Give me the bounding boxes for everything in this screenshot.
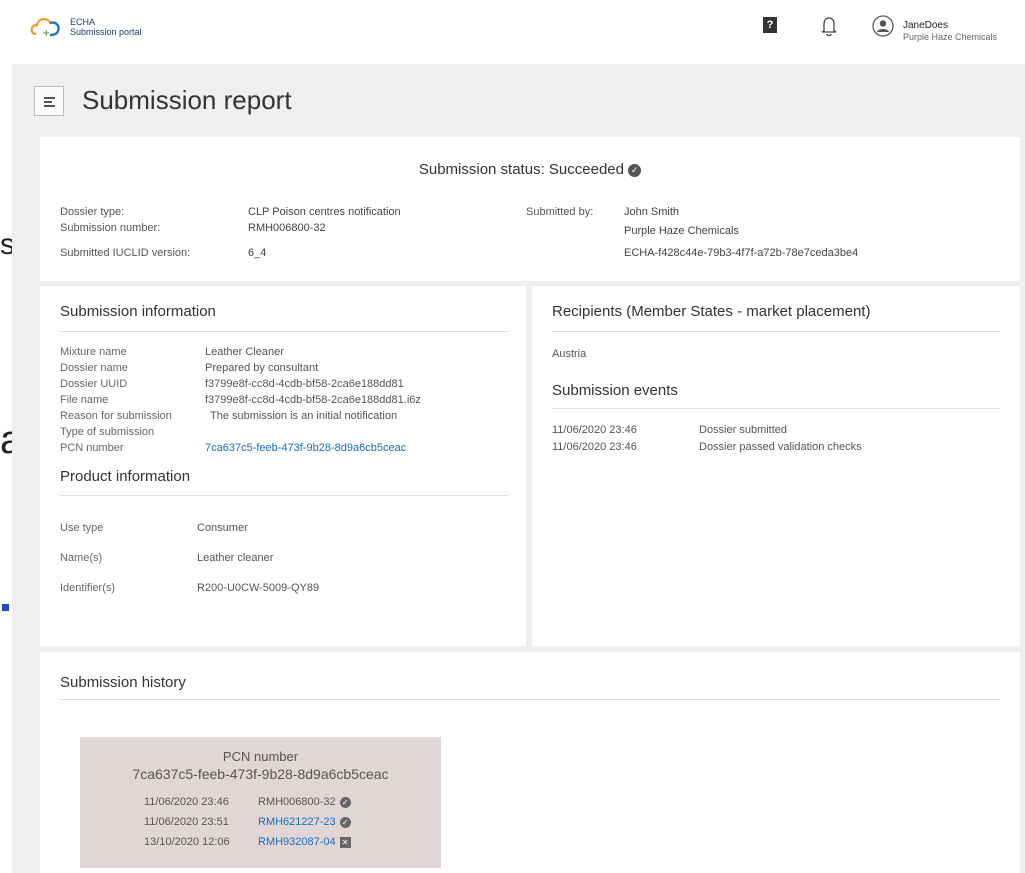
- divider: [552, 331, 1000, 332]
- history-box-pcn: 7ca637c5-feeb-473f-9b28-8d9a6cb5ceac: [132, 766, 389, 782]
- history-row: 13/10/2020 12:06 RMH932087-04 ✕: [144, 836, 351, 848]
- row-label: PCN number: [60, 442, 124, 454]
- row-value: R200-U0CW-5009-QY89: [197, 582, 320, 594]
- user-organisation: Purple Haze Chemicals: [903, 32, 998, 42]
- submission-information-title: Submission information: [60, 303, 216, 320]
- submission-number-value: RMH006800-32: [248, 222, 326, 234]
- submitted-by-org: Purple Haze Chemicals: [624, 225, 739, 237]
- row-value: f3799e8f-cc8d-4cdb-bf58-2ca6e188dd81: [205, 378, 404, 390]
- logo-line2: Submission portal: [70, 27, 142, 37]
- recipients-title: Recipients (Member States - market place…: [552, 303, 871, 320]
- history-number: RMH006800-32: [258, 796, 336, 808]
- menu-line-icon: [44, 101, 52, 103]
- row-label: Use type: [60, 522, 104, 534]
- divider: [552, 408, 1000, 409]
- history-date: 13/10/2020 12:06: [144, 836, 230, 848]
- history-date: 11/06/2020 23:46: [144, 796, 229, 808]
- page-title: Submission report: [82, 85, 292, 115]
- history-pcn-box: PCN number 7ca637c5-feeb-473f-9b28-8d9a6…: [80, 737, 441, 868]
- user-name[interactable]: JaneDoes: [903, 20, 948, 31]
- iuclid-version-value: 6_4: [248, 247, 267, 259]
- status-label: Submission status:: [418, 161, 545, 178]
- check-circle-icon: ✓: [339, 796, 351, 808]
- divider: [60, 699, 1000, 700]
- row-label: Mixture name: [60, 346, 127, 358]
- cross-square-icon: ✕: [339, 836, 351, 848]
- submission-events-title: Submission events: [552, 382, 678, 399]
- submission-information-card: Submission information Mixture name Leat…: [40, 286, 526, 646]
- check-circle-icon: ✓: [628, 163, 642, 177]
- event-text: Dossier submitted: [699, 424, 788, 436]
- history-number-link[interactable]: RMH932087-04: [258, 836, 336, 848]
- row-label: Identifier(s): [60, 582, 116, 594]
- user-avatar-icon[interactable]: [872, 15, 894, 37]
- row-value: Consumer: [197, 522, 248, 534]
- event-date: 11/06/2020 23:46: [552, 424, 637, 436]
- divider: [60, 331, 508, 332]
- row-value: The submission is an initial notificatio…: [210, 410, 398, 422]
- menu-line-icon: [44, 97, 55, 99]
- event-text: Dossier passed validation checks: [699, 441, 862, 453]
- iuclid-version-label: Submitted IUCLID version:: [60, 247, 191, 259]
- check-circle-icon: ✓: [339, 816, 351, 828]
- menu-line-icon: [44, 105, 55, 107]
- submission-history-title: Submission history: [60, 674, 186, 691]
- dossier-type-value: CLP Poison centres notification: [248, 206, 401, 218]
- row-label: Dossier name: [60, 362, 128, 374]
- event-date: 11/06/2020 23:46: [552, 441, 637, 453]
- slide-fragment-bullet: [2, 604, 9, 611]
- row-value: Leather cleaner: [197, 552, 274, 564]
- row-value: f3799e8f-cc8d-4cdb-bf58-2ca6e188dd81.i6z: [205, 394, 421, 406]
- row-label: Type of submission: [60, 426, 155, 438]
- submitted-by-label: Submitted by:: [526, 206, 594, 218]
- recipient-item: Austria: [552, 348, 587, 360]
- submitted-by-name: John Smith: [624, 206, 680, 218]
- echa-logo[interactable]: + ECHA Submission portal: [28, 12, 168, 48]
- dossier-type-label: Dossier type:: [60, 206, 125, 218]
- row-label: Dossier UUID: [60, 378, 128, 390]
- submitted-by-id: ECHA-f428c44e-79b3-4f7f-a72b-78e7ceda3be…: [624, 247, 859, 259]
- row-value: Leather Cleaner: [205, 346, 284, 358]
- row-label: File name: [60, 394, 109, 406]
- submission-status-card: Submission status: Succeeded ✓ Dossier t…: [40, 137, 1020, 281]
- row-label: Reason for submission: [60, 410, 172, 422]
- help-icon[interactable]: ?: [763, 17, 777, 33]
- product-information-title: Product information: [60, 468, 191, 485]
- history-row: 11/06/2020 23:46 RMH006800-32 ✓: [144, 796, 351, 808]
- cloud-logo-icon: +: [30, 18, 60, 39]
- recipients-card: Recipients (Member States - market place…: [532, 286, 1020, 646]
- menu-toggle-button[interactable]: [34, 86, 64, 116]
- svg-text:+: +: [42, 28, 50, 39]
- row-value: Prepared by consultant: [205, 362, 319, 374]
- divider: [60, 495, 508, 496]
- history-box-title: PCN number: [222, 749, 299, 764]
- history-date: 11/06/2020 23:51: [144, 816, 229, 828]
- history-row: 11/06/2020 23:51 RMH621227-23 ✓: [144, 816, 351, 828]
- bell-icon[interactable]: [820, 15, 838, 37]
- row-label: Name(s): [60, 552, 103, 564]
- status-value: Succeeded: [548, 161, 624, 178]
- submission-status-line: Submission status: Succeeded ✓: [40, 161, 1020, 178]
- submission-number-label: Submission number:: [60, 222, 161, 234]
- pcn-number-link[interactable]: 7ca637c5-feeb-473f-9b28-8d9a6cb5ceac: [205, 442, 406, 454]
- logo-line1: ECHA: [70, 17, 96, 27]
- history-number-link[interactable]: RMH621227-23: [258, 816, 336, 828]
